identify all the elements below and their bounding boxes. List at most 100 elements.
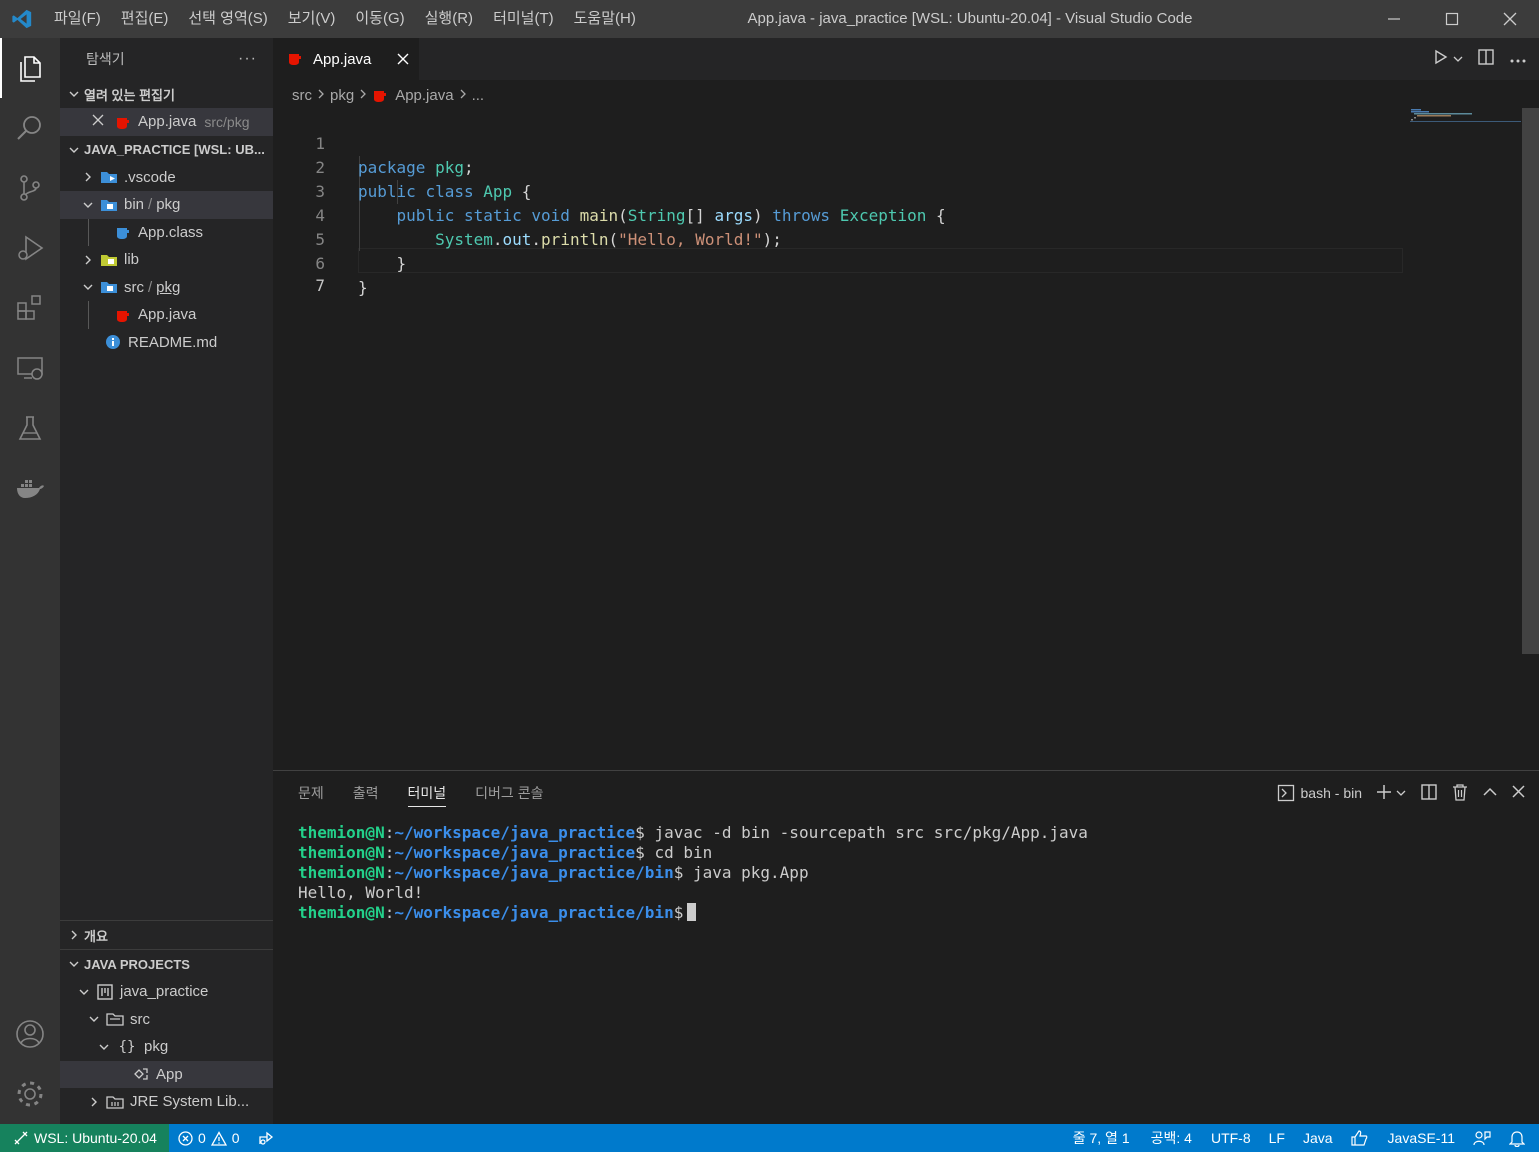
breadcrumb-symbol[interactable]: ... xyxy=(472,87,485,104)
manage-activity[interactable] xyxy=(0,1064,60,1124)
minimap-preview xyxy=(1410,109,1522,122)
folder-open-icon xyxy=(100,196,118,214)
run-button[interactable] xyxy=(1433,49,1449,69)
tab-app-java[interactable]: App.java xyxy=(273,38,419,80)
project-jre-library[interactable]: JRE System Lib... xyxy=(60,1088,273,1116)
menu-help[interactable]: 도움말(H) xyxy=(564,0,646,38)
run-debug-activity[interactable] xyxy=(0,218,60,278)
docker-icon xyxy=(17,480,44,498)
tree-item-app-java[interactable]: App.java xyxy=(60,301,273,329)
code-line: 4 System.out.println("Hello, World!"); xyxy=(273,180,782,249)
new-terminal-button[interactable] xyxy=(1376,784,1392,803)
close-window-button[interactable] xyxy=(1481,0,1539,38)
close-icon xyxy=(1512,785,1525,798)
java-projects-header[interactable]: JAVA PROJECTS xyxy=(60,950,273,978)
tab-problems[interactable]: 문제 xyxy=(298,771,324,815)
java-version[interactable]: JavaSE-11 xyxy=(1378,1124,1464,1152)
tab-debug-console[interactable]: 디버그 콘솔 xyxy=(475,771,543,815)
explorer-sidebar: 탐색기 ··· 열려 있는 편집기 App.java src/pkg JAVA_… xyxy=(60,38,273,1124)
folder-open-icon xyxy=(100,278,118,296)
language-mode[interactable]: Java xyxy=(1294,1124,1342,1152)
outline-header[interactable]: 개요 xyxy=(60,921,273,949)
encoding[interactable]: UTF-8 xyxy=(1201,1124,1260,1152)
kill-terminal-button[interactable] xyxy=(1452,783,1468,804)
chevron-down-icon xyxy=(86,1013,102,1025)
breadcrumb-file[interactable]: App.java xyxy=(395,87,453,104)
notifications-button[interactable] xyxy=(1500,1124,1539,1152)
project-src[interactable]: src xyxy=(60,1006,273,1034)
activity-bar xyxy=(0,38,60,1124)
maximize-panel-button[interactable] xyxy=(1482,785,1498,801)
explorer-activity[interactable] xyxy=(0,38,60,98)
code-line: 6 } xyxy=(273,228,367,297)
menu-edit[interactable]: 편집(E) xyxy=(111,0,179,38)
live-share-button[interactable] xyxy=(249,1124,285,1152)
class-file-icon xyxy=(114,223,132,241)
indentation[interactable]: 공백: 4 xyxy=(1139,1124,1201,1152)
menu-file[interactable]: 파일(F) xyxy=(44,0,111,38)
split-terminal-button[interactable] xyxy=(1420,783,1438,804)
title-bar: 파일(F) 편집(E) 선택 영역(S) 보기(V) 이동(G) 실행(R) 터… xyxy=(0,0,1539,38)
menu-selection[interactable]: 선택 영역(S) xyxy=(178,0,277,38)
maximize-button[interactable] xyxy=(1423,0,1481,38)
remote-indicator[interactable]: WSL: Ubuntu-20.04 xyxy=(0,1124,169,1152)
feedback-button[interactable] xyxy=(1342,1124,1378,1152)
accounts-status-button[interactable] xyxy=(1464,1124,1500,1152)
editor-scroll-thumb[interactable] xyxy=(1522,108,1539,654)
minimize-button[interactable] xyxy=(1365,0,1423,38)
chevron-right-icon xyxy=(459,87,467,104)
search-activity[interactable] xyxy=(0,98,60,158)
tab-output[interactable]: 출력 xyxy=(353,771,379,815)
source-folder-icon xyxy=(106,1010,124,1028)
remote-explorer-activity[interactable] xyxy=(0,338,60,398)
menu-run[interactable]: 실행(R) xyxy=(415,0,483,38)
indent-guide xyxy=(88,218,89,246)
terminal-icon xyxy=(1277,784,1294,802)
run-dropdown-button[interactable] xyxy=(1453,51,1463,68)
warning-count: 0 xyxy=(231,1130,240,1146)
close-tab-icon[interactable] xyxy=(397,49,409,70)
open-editors-header[interactable]: 열려 있는 편집기 xyxy=(60,80,273,108)
tree-item-lib[interactable]: lib xyxy=(60,246,273,274)
tree-item-readme[interactable]: README.md xyxy=(60,329,273,357)
testing-activity[interactable] xyxy=(0,398,60,458)
project-java-practice[interactable]: java_practice xyxy=(60,978,273,1006)
workspace-header[interactable]: JAVA_PRACTICE [WSL: UB... xyxy=(60,136,273,164)
source-control-activity[interactable] xyxy=(0,158,60,218)
flask-icon xyxy=(18,416,42,440)
cursor-position[interactable]: 줄 7, 열 1 xyxy=(1064,1124,1139,1152)
tree-item-bin-pkg[interactable]: bin / pkg xyxy=(60,191,273,219)
tree-item-app-class[interactable]: App.class xyxy=(60,218,273,246)
chevron-up-icon xyxy=(1483,787,1497,796)
menu-terminal[interactable]: 터미널(T) xyxy=(483,0,564,38)
docker-activity[interactable] xyxy=(0,458,60,518)
open-editor-item[interactable]: App.java src/pkg xyxy=(60,108,273,136)
split-editor-button[interactable] xyxy=(1477,48,1495,70)
tree-item-vscode[interactable]: .vscode xyxy=(60,164,273,192)
breadcrumb-pkg[interactable]: pkg xyxy=(330,87,354,104)
menu-go[interactable]: 이동(G) xyxy=(345,0,414,38)
accounts-activity[interactable] xyxy=(0,1004,60,1064)
end-of-line[interactable]: LF xyxy=(1260,1124,1294,1152)
code-editor[interactable]: 1 package pkg; 2 public class App { 3 pu… xyxy=(273,108,1521,770)
minimap[interactable] xyxy=(1410,108,1522,124)
tree-item-src-pkg[interactable]: src / pkg xyxy=(60,274,273,302)
project-pkg[interactable]: {} pkg xyxy=(60,1033,273,1061)
close-editor-icon[interactable] xyxy=(92,113,106,130)
breadcrumb-src[interactable]: src xyxy=(292,87,312,104)
terminal-selector[interactable]: bash - bin xyxy=(1277,784,1362,802)
project-app[interactable]: App xyxy=(60,1060,273,1088)
explorer-more-button[interactable]: ··· xyxy=(238,50,257,68)
problems-indicator[interactable]: 0 0 xyxy=(169,1124,249,1152)
code-line: 7 xyxy=(273,250,325,295)
extensions-activity[interactable] xyxy=(0,278,60,338)
chevron-right-icon xyxy=(64,929,84,941)
tree-item-separator: / xyxy=(148,196,153,214)
tab-terminal[interactable]: 터미널 xyxy=(407,771,446,815)
terminal-line: themion@N:~/workspace/java_practice$ jav… xyxy=(298,823,1088,842)
menu-view[interactable]: 보기(V) xyxy=(278,0,346,38)
terminal-dropdown-button[interactable] xyxy=(1396,785,1406,801)
close-panel-button[interactable] xyxy=(1512,785,1525,801)
terminal-output[interactable]: themion@N:~/workspace/java_practice$ jav… xyxy=(298,823,1088,923)
editor-more-button[interactable] xyxy=(1509,51,1527,68)
